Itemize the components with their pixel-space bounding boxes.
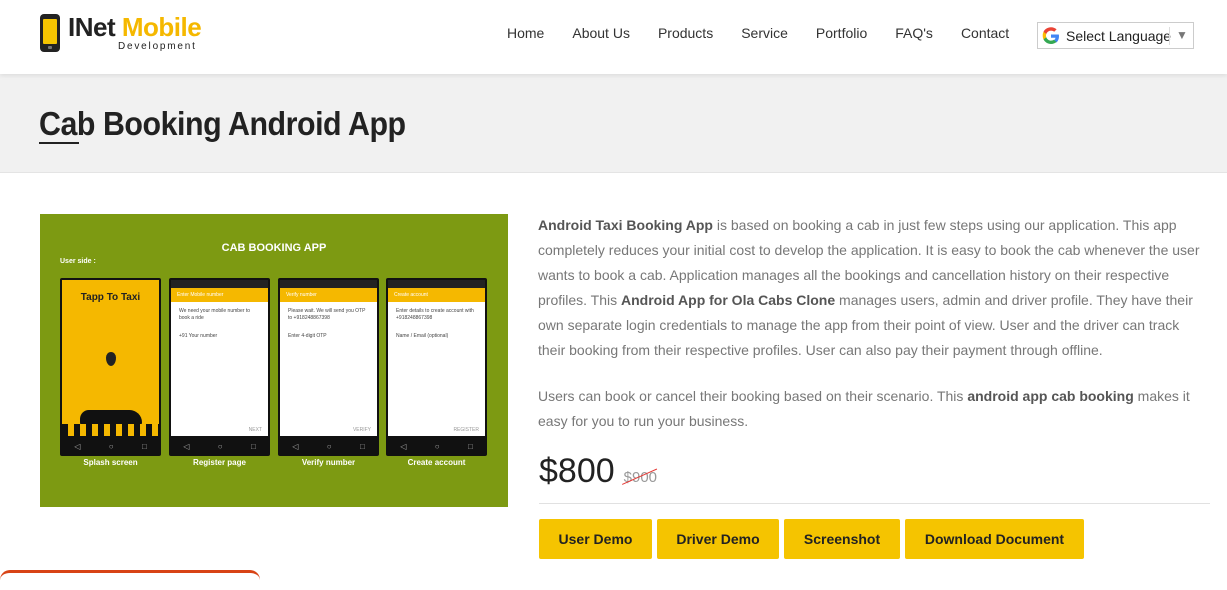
page-title: Cab Booking Android App <box>39 105 406 142</box>
screen-text: Enter details to create account with +91… <box>396 308 474 321</box>
nav-about-us[interactable]: About Us <box>572 25 630 41</box>
screen-label: Splash screen <box>83 458 138 467</box>
bold-text: Android Taxi Booking App <box>538 217 713 233</box>
nav-faqs[interactable]: FAQ's <box>895 25 933 41</box>
phone-verify: Verify number Please wait. We will send … <box>278 278 379 456</box>
action-buttons: User Demo Driver Demo Screenshot Downloa… <box>539 519 1089 559</box>
logo-main-part2: Mobile <box>121 12 202 42</box>
language-select[interactable]: Select Language ▼ <box>1037 22 1194 49</box>
screen-foot: REGISTER <box>453 427 479 433</box>
title-underline <box>39 142 79 144</box>
phone-register: Enter Mobile number We need your mobile … <box>169 278 270 456</box>
screen-text: We need your mobile number to book a rid… <box>179 308 251 321</box>
text: Users can book or cancel their booking b… <box>538 388 968 404</box>
nav-home[interactable]: Home <box>507 25 544 41</box>
site-header: INet Mobile Development Home About Us Pr… <box>0 0 1227 74</box>
nav-contact[interactable]: Contact <box>961 25 1009 41</box>
product-image: CAB BOOKING APP User side : Tapp To Taxi… <box>40 214 508 507</box>
phone-nav-bar: ◁ ○ □ <box>400 441 473 451</box>
bold-text: Android App for Ola Cabs Clone <box>621 292 836 308</box>
description-paragraph-2: Users can book or cancel their booking b… <box>538 384 1210 434</box>
screenshot-button[interactable]: Screenshot <box>784 519 900 559</box>
download-document-button[interactable]: Download Document <box>905 519 1084 559</box>
checker-pattern <box>62 424 159 436</box>
description-paragraph-1: Android Taxi Booking App is based on boo… <box>538 213 1210 363</box>
dropdown-arrow-icon: ▼ <box>1176 28 1188 42</box>
location-pin-icon <box>106 352 116 366</box>
screen-label: Create account <box>407 458 466 467</box>
phone-nav-bar: ◁ ○ □ <box>183 441 256 451</box>
logo-text: INet Mobile Development <box>68 12 202 52</box>
screen-label: Register page <box>193 458 246 467</box>
language-label: Select Language <box>1066 27 1172 44</box>
screen-bar: Verify number <box>280 288 377 302</box>
phone-splash: Tapp To Taxi ◁ ○ □ <box>60 278 161 456</box>
title-band: Cab Booking Android App <box>0 74 1227 173</box>
screen-label: Verify number <box>301 458 356 467</box>
product-description: Android Taxi Booking App is based on boo… <box>538 213 1210 455</box>
price-row: $800 $900 <box>539 452 657 491</box>
screen-bar: Enter Mobile number <box>171 288 268 302</box>
screen-foot: NEXT <box>248 427 262 433</box>
logo-main-part1: INet <box>68 12 122 42</box>
driver-demo-button[interactable]: Driver Demo <box>657 519 779 559</box>
phone-nav-bar: ◁ ○ □ <box>74 441 147 451</box>
phone-logo-icon <box>40 14 60 52</box>
screen-text: Please wait. We will send you OTP to +91… <box>288 308 366 321</box>
decorative-arc <box>0 570 260 590</box>
main-nav: Home About Us Products Service Portfolio… <box>507 25 1037 41</box>
logo-subtitle: Development <box>118 41 197 52</box>
screen-field: Name / Email (optional) <box>396 333 449 339</box>
site-logo[interactable]: INet Mobile Development <box>40 12 202 54</box>
divider <box>539 503 1210 504</box>
screen-foot: VERIFY <box>352 427 371 433</box>
current-price: $800 <box>539 452 615 490</box>
google-icon <box>1042 26 1059 44</box>
user-demo-button[interactable]: User Demo <box>539 519 652 559</box>
nav-portfolio[interactable]: Portfolio <box>816 25 867 41</box>
screen-bar: Create account <box>388 288 485 302</box>
phone-nav-bar: ◁ ○ □ <box>292 441 365 451</box>
old-price: $900 <box>623 469 658 486</box>
bold-text: android app cab booking <box>967 388 1134 404</box>
nav-service[interactable]: Service <box>741 25 788 41</box>
product-image-title: CAB BOOKING APP <box>221 242 327 254</box>
screen-field: +91 Your number <box>179 333 218 339</box>
screen-field: Enter 4-digit OTP <box>288 333 327 339</box>
user-side-label: User side : <box>60 258 96 265</box>
language-separator <box>1169 27 1170 45</box>
splash-app-name: Tapp To Taxi <box>80 292 141 303</box>
nav-products[interactable]: Products <box>658 25 713 41</box>
phone-create-account: Create account Enter details to create a… <box>386 278 487 456</box>
